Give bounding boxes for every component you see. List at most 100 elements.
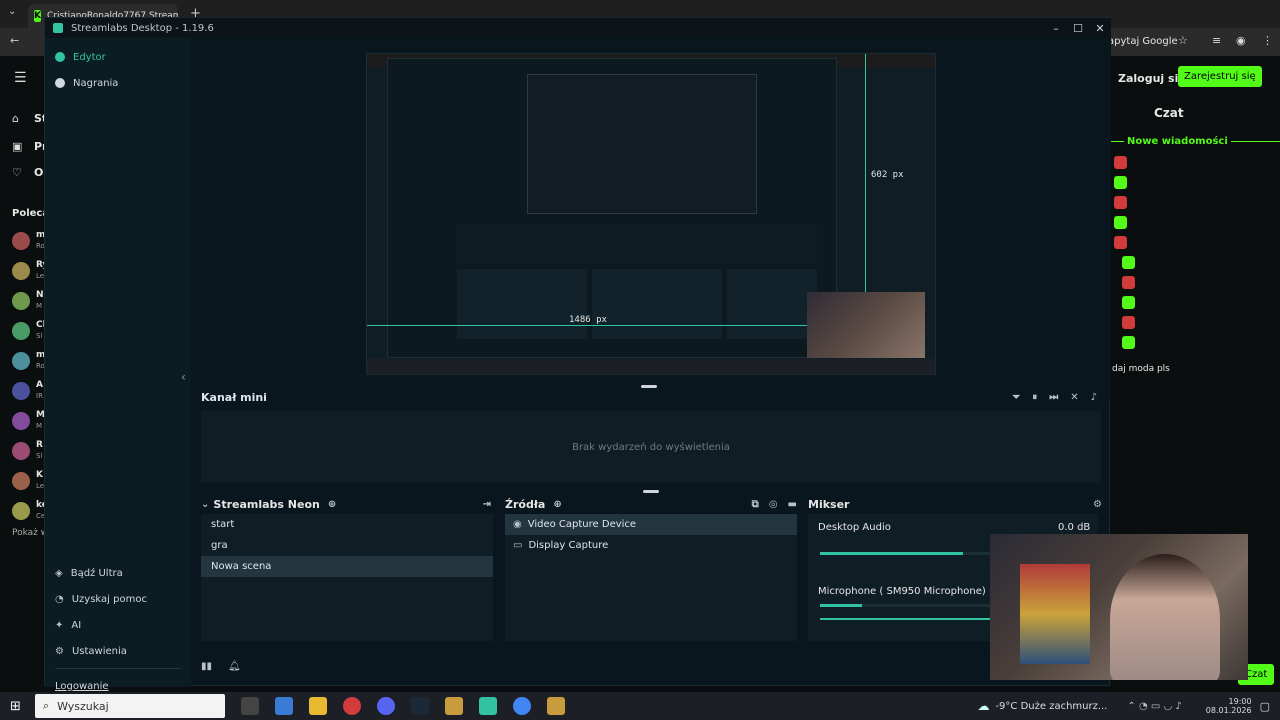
- folder-icon[interactable]: ▬: [788, 499, 797, 510]
- source-item[interactable]: ▭ Display Capture: [505, 535, 797, 556]
- pause-icon[interactable]: ⏸: [1032, 392, 1037, 403]
- guide-line-horizontal: [367, 325, 807, 326]
- source-webcam-icon[interactable]: ◎: [769, 499, 778, 510]
- nav-recordings-label: Nagrania: [73, 77, 119, 89]
- scenes-list: start gra Nowa scena: [201, 514, 493, 641]
- windows-taskbar: ⊞ ⌕ Wyszukaj ☁ -9°C Duże zachmurz... ⌃ ◔…: [0, 692, 1280, 720]
- channel-category: Sl: [36, 452, 43, 460]
- app-icon-1[interactable]: [274, 697, 293, 715]
- back-icon[interactable]: ←: [10, 34, 19, 47]
- chevron-down-icon[interactable]: ⌄: [201, 499, 209, 510]
- channel-item[interactable]: A IR: [0, 378, 44, 408]
- channel-item[interactable]: m Ro: [0, 348, 45, 378]
- nav-editor-label: Edytor: [73, 51, 106, 63]
- skip-icon[interactable]: ⏭: [1049, 392, 1058, 403]
- extensions-icon[interactable]: ≡: [1212, 34, 1221, 47]
- file-explorer-icon[interactable]: [308, 697, 327, 715]
- clock[interactable]: 19:00 08.01.2026: [1206, 697, 1252, 715]
- collapse-sidebar-icon[interactable]: ‹: [181, 370, 186, 384]
- scene-item[interactable]: gra: [201, 535, 493, 556]
- register-button[interactable]: Zarejestruj się: [1178, 66, 1262, 87]
- nav-settings[interactable]: ⚙ Ustawienia: [45, 638, 191, 664]
- maximize-icon[interactable]: ☐: [1067, 22, 1089, 35]
- scene-transition-icon[interactable]: ⇥: [483, 499, 491, 510]
- taskbar-search[interactable]: ⌕ Wyszukaj: [34, 694, 225, 718]
- channel-item[interactable]: NM: [0, 288, 44, 318]
- add-scene-icon[interactable]: ⊕: [328, 499, 336, 510]
- nav-recordings[interactable]: Nagrania: [45, 70, 191, 96]
- weather-text[interactable]: -9°C Duże zachmurz...: [995, 701, 1107, 712]
- recordings-icon: [55, 78, 65, 88]
- source-group-icon[interactable]: ⧉: [752, 499, 759, 510]
- nav-ultra-label: Bądź Ultra: [70, 567, 123, 579]
- mixer-settings-icon[interactable]: ⚙: [1093, 499, 1102, 510]
- notifications-bell-icon[interactable]: 🔔︎: [228, 661, 241, 672]
- minifeed-resize-handle[interactable]: [643, 490, 659, 493]
- stats-icon[interactable]: ▮▮: [201, 661, 212, 672]
- channel-item[interactable]: ke Ce: [0, 498, 48, 528]
- streamlabs-taskbar-icon[interactable]: [478, 697, 497, 715]
- minifeed-header: Kanał mini ⏷ ⏸ ⏭ ✕ ♪: [191, 384, 1111, 410]
- close-window-icon[interactable]: ✕: [1089, 22, 1111, 35]
- opera-icon[interactable]: [342, 697, 361, 715]
- scene-item-selected[interactable]: Nowa scena: [201, 556, 493, 577]
- clock-time: 19:00: [1228, 697, 1252, 706]
- task-view-icon[interactable]: [240, 697, 259, 715]
- chat-emote-column: [1114, 156, 1135, 356]
- nav-editor[interactable]: Edytor: [45, 44, 191, 70]
- nested-preview: [527, 74, 757, 214]
- volume-icon[interactable]: ♪: [1091, 392, 1097, 403]
- streamlabs-sidebar: Edytor Nagrania ◈ Bądź Ultra ◔ Uzyskaj p…: [45, 38, 191, 692]
- steam-icon[interactable]: [410, 697, 429, 715]
- hamburger-menu-icon[interactable]: ☰: [14, 70, 27, 86]
- sources-header: Źródła ⊕ ⧉ ◎ ▬: [505, 494, 797, 514]
- channel-item[interactable]: R Sl: [0, 438, 44, 468]
- nav-help[interactable]: ◔ Uzyskaj pomoc: [45, 586, 191, 612]
- google-search-hint[interactable]: apytaj Google: [1108, 36, 1178, 47]
- profile-icon[interactable]: ◉: [1236, 34, 1246, 47]
- channel-item[interactable]: Ry Le: [0, 258, 48, 288]
- height-readout: 602 px: [871, 170, 904, 180]
- notification-center-icon[interactable]: ▢: [1260, 700, 1270, 713]
- monitor-icon: ▭: [513, 540, 523, 551]
- minifeed-empty-text: Brak wydarzeń do wyświetlenia: [572, 441, 730, 453]
- home-icon[interactable]: ⌂: [12, 112, 19, 125]
- nav-ultra[interactable]: ◈ Bądź Ultra: [45, 560, 191, 586]
- channel-item[interactable]: Cl Sl: [0, 318, 46, 348]
- channel-category: Sl: [36, 332, 43, 340]
- preview-canvas[interactable]: 1486 px 602 px: [366, 53, 936, 375]
- login-button[interactable]: Zaloguj się: [1118, 72, 1186, 85]
- mute-alerts-icon[interactable]: ✕: [1070, 392, 1078, 403]
- search-icon: ⌕: [42, 699, 50, 712]
- channel-list: m Ro Ry Le N M Cl Sl m Ro A IR M M R Sl K Le ke Ce: [0, 228, 48, 528]
- channel-item[interactable]: MM: [0, 408, 45, 438]
- add-source-icon[interactable]: ⊕: [553, 499, 561, 510]
- minimize-icon[interactable]: –: [1045, 22, 1067, 35]
- tab-search-icon[interactable]: ⌄: [8, 6, 16, 17]
- bookmark-star-icon[interactable]: ☆: [1178, 34, 1188, 47]
- nav-ai[interactable]: ✦ AI: [45, 612, 191, 638]
- scene-item[interactable]: start: [201, 514, 493, 535]
- league-icon[interactable]: [444, 697, 463, 715]
- avatar: [12, 262, 30, 280]
- show-more-link[interactable]: Pokaż w: [12, 528, 48, 538]
- source-item-selected[interactable]: ◉ Video Capture Device: [505, 514, 797, 535]
- discord-icon[interactable]: [376, 697, 395, 715]
- valorant-icon[interactable]: [546, 697, 565, 715]
- preview-area[interactable]: ‹ 1486 px 602 px: [181, 38, 1111, 398]
- chrome-icon[interactable]: [512, 697, 531, 715]
- webcam-source-thumbnail[interactable]: [807, 292, 925, 358]
- tray-icons[interactable]: ⌃ ◔ ▭ ◡ ♪: [1127, 701, 1181, 712]
- heart-icon[interactable]: ♡: [12, 166, 22, 179]
- mic-level: [820, 604, 862, 607]
- avatar: [12, 472, 30, 490]
- channel-item[interactable]: K Le: [0, 468, 44, 498]
- windows-start-icon[interactable]: ⊞: [10, 699, 21, 714]
- chat-emote-icon: [1122, 316, 1135, 329]
- channel-item[interactable]: m Ro: [0, 228, 45, 258]
- desktop-audio-level: [820, 552, 963, 555]
- menu-dots-icon[interactable]: ⋮: [1262, 34, 1273, 47]
- browse-icon[interactable]: ▣: [12, 140, 22, 153]
- filter-icon[interactable]: ⏷: [1012, 392, 1020, 403]
- nested-scenes: [457, 269, 587, 339]
